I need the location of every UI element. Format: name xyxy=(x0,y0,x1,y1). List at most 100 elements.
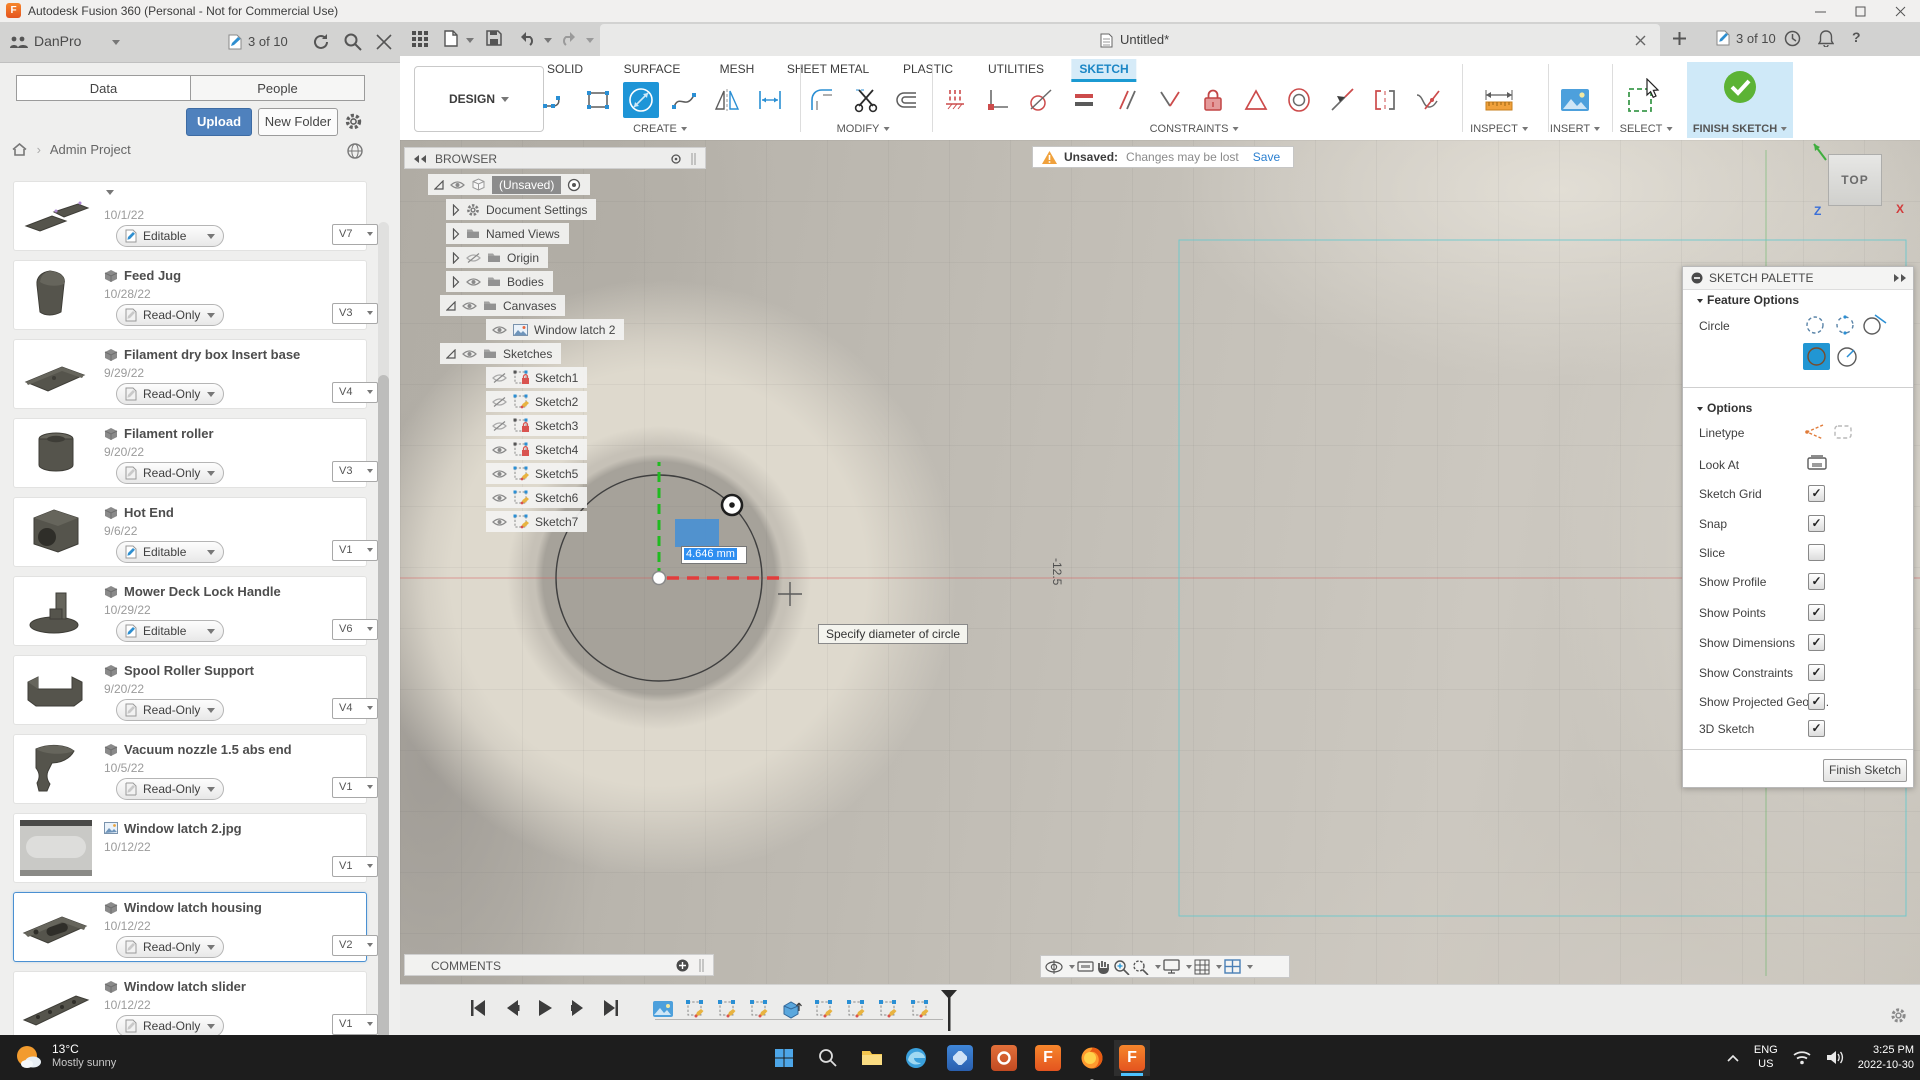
wifi-icon[interactable] xyxy=(1792,1050,1812,1065)
viewcube-x-label[interactable]: X xyxy=(1896,202,1904,216)
tray-expand-icon[interactable] xyxy=(1726,1053,1740,1063)
tab-data[interactable]: Data xyxy=(16,75,191,101)
status-dropdown[interactable]: Read-Only xyxy=(116,1015,224,1037)
timeline-marker[interactable] xyxy=(940,989,958,1031)
construction-linetype-icon[interactable] xyxy=(1803,423,1825,441)
panel-grip-icon[interactable] xyxy=(691,153,697,165)
view-cube[interactable]: TOP xyxy=(1828,154,1882,206)
symmetry-constraint-icon[interactable] xyxy=(1372,87,1398,113)
section-caret-icon[interactable] xyxy=(1697,407,1703,411)
version-dropdown[interactable]: V1 xyxy=(332,540,378,561)
timeline-step-back-button[interactable] xyxy=(504,999,520,1017)
collapsed-arrow-icon[interactable] xyxy=(452,204,460,216)
checkbox-show-points[interactable]: ✓ xyxy=(1808,604,1825,621)
tree-label[interactable]: Origin xyxy=(507,251,539,265)
version-dropdown[interactable]: V1 xyxy=(332,1014,378,1035)
taskbar-app-blue[interactable] xyxy=(942,1040,978,1076)
timeline-body-item[interactable] xyxy=(781,999,803,1019)
clock-icon[interactable] xyxy=(1784,30,1801,47)
insert-image-icon[interactable] xyxy=(1560,87,1590,113)
tree-label[interactable]: Sketch2 xyxy=(535,395,578,409)
language-indicator[interactable]: ENGUS xyxy=(1754,1044,1778,1072)
tree-row-sketch[interactable]: Sketch6 xyxy=(486,487,587,508)
status-dropdown[interactable]: Read-Only xyxy=(116,936,224,958)
expanded-wedge-icon[interactable] xyxy=(446,301,456,311)
list-item[interactable]: Filament roller 9/20/22 Read-Only V3 xyxy=(14,419,366,487)
workspace-dropdown[interactable]: DESIGN xyxy=(414,66,544,132)
new-file-icon[interactable] xyxy=(444,30,458,47)
dimension-input[interactable]: 4.646 mm xyxy=(681,546,747,564)
tree-row-sketch[interactable]: Sketch5 xyxy=(486,463,587,484)
speaker-icon[interactable] xyxy=(1826,1050,1844,1065)
eye-off-icon[interactable] xyxy=(492,421,507,431)
chevron-down-icon[interactable] xyxy=(586,38,594,43)
refresh-icon[interactable] xyxy=(312,33,330,51)
chevron-down-icon[interactable] xyxy=(1186,965,1192,969)
version-dropdown[interactable]: V1 xyxy=(332,856,378,877)
checkbox-3d-sketch[interactable]: ✓ xyxy=(1808,720,1825,737)
eye-icon[interactable] xyxy=(492,325,507,335)
midpoint-constraint-icon[interactable] xyxy=(1243,87,1269,113)
tree-label[interactable]: Window latch 2 xyxy=(534,323,615,337)
redo-icon[interactable] xyxy=(560,30,578,46)
tree-row-sketches[interactable]: Sketches xyxy=(440,343,561,364)
dimension-handle[interactable] xyxy=(675,519,719,547)
tree-label[interactable]: Document Settings xyxy=(486,203,587,217)
tree-row-canvas-image[interactable]: Window latch 2 xyxy=(486,319,624,340)
collapsed-arrow-icon[interactable] xyxy=(452,252,460,264)
save-link[interactable]: Save xyxy=(1253,150,1280,164)
tab-plastic[interactable]: PLASTIC xyxy=(895,59,961,79)
help-icon[interactable]: ? xyxy=(1852,29,1861,45)
two-point-circle-icon[interactable] xyxy=(1833,313,1857,337)
pan-icon[interactable] xyxy=(1096,959,1111,975)
eye-icon[interactable] xyxy=(492,517,507,527)
timeline-sketch-item[interactable] xyxy=(749,999,769,1019)
chevron-down-icon[interactable] xyxy=(1216,965,1222,969)
version-dropdown[interactable]: V6 xyxy=(332,619,378,640)
fillet-tool-icon[interactable] xyxy=(809,87,835,113)
tree-label[interactable]: Sketch4 xyxy=(535,443,578,457)
timeline-settings-gear-icon[interactable] xyxy=(1890,1007,1907,1024)
look-at-icon[interactable] xyxy=(1807,455,1827,471)
breadcrumb-project[interactable]: Admin Project xyxy=(50,142,131,157)
rectangle-tool-icon[interactable] xyxy=(585,87,611,113)
close-tab-icon[interactable] xyxy=(1635,35,1646,46)
taskbar-fusion-360[interactable]: F xyxy=(1030,1040,1066,1076)
list-item[interactable]: Mower Deck Lock Handle 10/29/22 Editable… xyxy=(14,577,366,645)
viewports-icon[interactable] xyxy=(1224,959,1241,974)
group-inspect[interactable]: INSPECT xyxy=(1470,123,1528,135)
team-dropdown[interactable]: DanPro xyxy=(34,33,81,49)
list-item-selected[interactable]: Window latch housing 10/12/22 Read-Only … xyxy=(14,893,366,961)
checkbox-show-profile[interactable]: ✓ xyxy=(1808,573,1825,590)
timeline-sketch-item[interactable] xyxy=(814,999,834,1019)
chevron-down-icon[interactable] xyxy=(466,38,474,43)
tree-root-row[interactable]: (Unsaved) xyxy=(428,174,590,195)
offset-tool-icon[interactable] xyxy=(892,87,918,113)
group-select[interactable]: SELECT xyxy=(1620,123,1673,135)
tree-label[interactable]: Bodies xyxy=(507,275,544,289)
timeline-skip-end-button[interactable] xyxy=(603,999,619,1017)
collapse-section-icon[interactable] xyxy=(1691,272,1703,284)
weather-icon[interactable] xyxy=(14,1043,44,1071)
timeline-skip-start-button[interactable] xyxy=(470,999,486,1017)
tree-label[interactable]: Canvases xyxy=(503,299,556,313)
timeline-canvas-item[interactable] xyxy=(652,999,674,1019)
checkbox-show-constraints[interactable]: ✓ xyxy=(1808,664,1825,681)
taskbar-app-orange[interactable] xyxy=(986,1040,1022,1076)
zoom-window-icon[interactable] xyxy=(1132,959,1149,975)
taskbar-start-button[interactable] xyxy=(766,1040,802,1076)
group-constraints[interactable]: CONSTRAINTS xyxy=(1150,123,1239,135)
chevron-down-icon[interactable] xyxy=(1247,965,1253,969)
eye-off-icon[interactable] xyxy=(492,373,507,383)
eye-off-icon[interactable] xyxy=(492,397,507,407)
timeline-play-button[interactable] xyxy=(537,999,553,1017)
collinear-constraint-icon[interactable] xyxy=(1329,87,1355,113)
group-insert[interactable]: INSERT xyxy=(1550,123,1600,135)
panel-options-icon[interactable] xyxy=(671,154,681,164)
version-dropdown[interactable]: V4 xyxy=(332,382,378,403)
expand-right-icon[interactable] xyxy=(1893,273,1907,283)
close-button[interactable] xyxy=(1880,0,1920,22)
app-grid-icon[interactable] xyxy=(412,31,428,47)
collapsed-arrow-icon[interactable] xyxy=(452,228,460,240)
eye-off-icon[interactable] xyxy=(466,253,481,263)
